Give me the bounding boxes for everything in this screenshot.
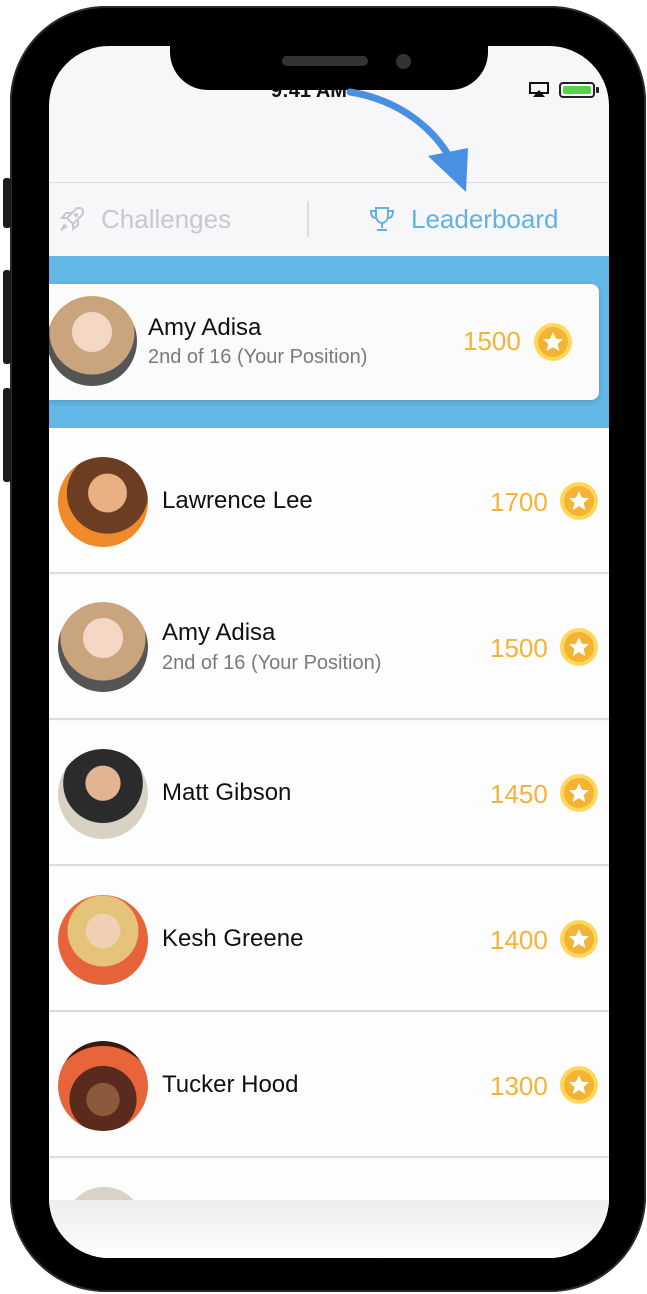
- avatar: [58, 602, 148, 692]
- user-score: 1500: [463, 326, 521, 356]
- avatar: [58, 1041, 148, 1131]
- player-score: 1400: [490, 925, 548, 955]
- current-user-card[interactable]: Amy Adisa 2nd of 16 (Your Position) 1500: [49, 284, 599, 400]
- list-item[interactable]: Tucker Hood 1300: [49, 1013, 609, 1158]
- star-icon: [560, 482, 598, 520]
- star-icon: [560, 774, 598, 812]
- row-divider: [49, 718, 609, 720]
- player-score: 1450: [490, 779, 548, 809]
- star-icon: [560, 628, 598, 666]
- avatar: [58, 457, 148, 547]
- list-item[interactable]: Amy Adisa 2nd of 16 (Your Position) 1500: [49, 575, 609, 720]
- user-name: Amy Adisa: [148, 314, 262, 341]
- avatar: [58, 749, 148, 839]
- star-icon: [560, 1066, 598, 1104]
- avatar: [58, 895, 148, 985]
- player-name: Matt Gibson: [162, 779, 292, 806]
- player-position: 2nd of 16 (Your Position): [162, 652, 382, 674]
- player-score: 1500: [490, 633, 548, 663]
- player-name: Tucker Hood: [162, 1071, 299, 1098]
- list-item[interactable]: Matt Gibson 1450: [49, 721, 609, 866]
- player-score: 1700: [490, 487, 548, 517]
- player-score: 1300: [490, 1071, 548, 1101]
- avatar: [49, 296, 137, 386]
- list-item[interactable]: Kesh Greene 1400: [49, 867, 609, 1012]
- user-position: 2nd of 16 (Your Position): [148, 346, 368, 368]
- player-name: Lawrence Lee: [162, 487, 313, 514]
- row-divider: [49, 1010, 609, 1012]
- player-name: Kesh Greene: [162, 925, 304, 952]
- star-icon: [560, 920, 598, 958]
- row-divider: [49, 864, 609, 866]
- bottom-bar: [49, 1200, 609, 1258]
- list-item[interactable]: Lawrence Lee 1700: [49, 429, 609, 574]
- player-name: Amy Adisa: [162, 619, 276, 646]
- annotation-arrow-icon: [346, 88, 468, 192]
- star-icon: [534, 323, 572, 361]
- row-divider: [49, 1156, 609, 1158]
- volume-down-button: [3, 388, 11, 482]
- row-divider: [49, 572, 609, 574]
